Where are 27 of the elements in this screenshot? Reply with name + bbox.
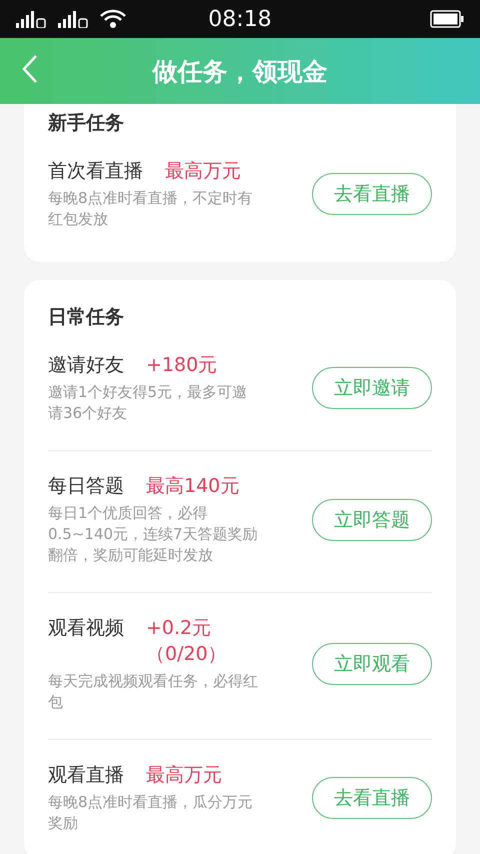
task-reward: +0.2元（0/20） — [146, 616, 228, 667]
task-name: 首次看直播 — [48, 159, 143, 184]
task-button[interactable]: 立即观看 — [312, 643, 432, 685]
task-description: 每日1个优质回答，必得0.5~140元，连续7天答题奖励翻倍，奖励可能延时发放 — [48, 503, 259, 566]
section-title: 新手任务 — [48, 111, 125, 136]
task-reward: 最高万元 — [165, 159, 241, 184]
status-time: 08:18 — [207, 6, 273, 32]
page-title: 做任务，领现金 — [150, 56, 328, 88]
task-reward: 最高140元 — [146, 474, 240, 499]
task-button[interactable]: 立即邀请 — [312, 367, 432, 409]
task-reward: +180元 — [146, 353, 218, 378]
task-name: 观看视频 — [48, 616, 124, 641]
task-description: 每天完成视频观看任务，必得红包 — [48, 671, 259, 713]
task-name: 每日答题 — [48, 474, 124, 499]
section-title: 日常任务 — [48, 305, 125, 330]
wifi-icon — [100, 9, 126, 29]
task-description: 每晚8点准时看直播，瓜分万元奖励 — [48, 792, 254, 834]
task-button[interactable]: 去看直播 — [312, 173, 432, 215]
task-name: 邀请好友 — [48, 353, 124, 378]
task-button[interactable]: 去看直播 — [312, 777, 432, 819]
task-name: 观看直播 — [48, 763, 124, 788]
task-button[interactable]: 立即答题 — [312, 498, 432, 540]
task-description: 每晚8点准时看直播，不定时有红包发放 — [48, 188, 254, 230]
task-reward: 最高万元 — [146, 763, 222, 788]
battery-icon — [430, 10, 464, 28]
back-icon — [22, 54, 38, 84]
task-description: 邀请1个好友得5元，最多可邀请36个好友 — [48, 382, 248, 424]
